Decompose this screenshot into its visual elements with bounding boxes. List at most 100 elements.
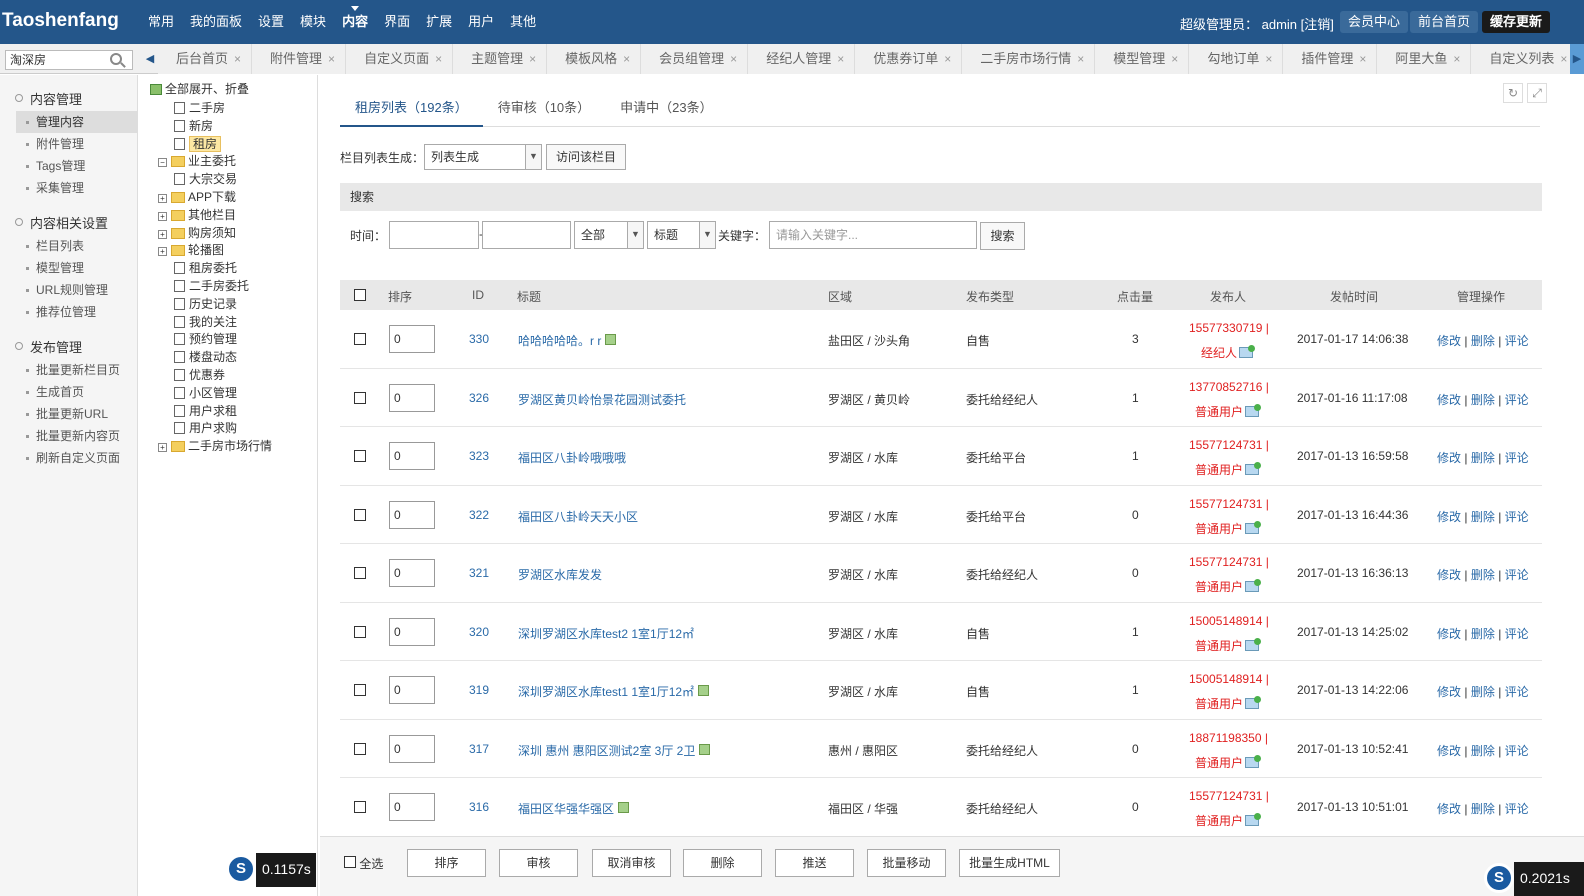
tab-rent-list[interactable]: 租房列表（192条） bbox=[340, 93, 483, 127]
row-id[interactable]: 322 bbox=[469, 508, 489, 522]
tab-item[interactable]: 自定义页面 × bbox=[346, 44, 454, 74]
close-icon[interactable]: × bbox=[837, 52, 844, 66]
expand-plus-icon[interactable]: + bbox=[158, 229, 167, 239]
checkbox[interactable] bbox=[354, 625, 366, 638]
edit-link[interactable]: 修改 bbox=[1437, 627, 1461, 641]
tab-item[interactable]: 阿里大鱼 × bbox=[1377, 44, 1472, 74]
nav-item[interactable]: 采集管理 bbox=[16, 177, 137, 199]
nav-group-title[interactable]: 内容相关设置 bbox=[0, 199, 137, 235]
expand-plus-icon[interactable]: + bbox=[158, 211, 167, 221]
comment-link[interactable]: 评论 bbox=[1505, 802, 1529, 816]
publisher-phone[interactable]: 15577124731 | bbox=[1189, 438, 1269, 452]
tab-applying[interactable]: 申请中（23条） bbox=[605, 93, 727, 127]
tree-item[interactable]: + 其他栏目 bbox=[158, 206, 236, 224]
row-checkbox[interactable] bbox=[354, 333, 366, 348]
expand-plus-icon[interactable]: + bbox=[158, 247, 167, 257]
row-title[interactable]: 哈哈哈哈哈。r r bbox=[518, 332, 617, 349]
row-title-link[interactable]: 哈哈哈哈哈。r r bbox=[518, 334, 601, 348]
close-icon[interactable]: × bbox=[1453, 52, 1460, 66]
nav-item[interactable]: 附件管理 bbox=[16, 133, 137, 155]
close-icon[interactable]: × bbox=[1077, 52, 1084, 66]
row-checkbox[interactable] bbox=[354, 801, 366, 816]
delete-link[interactable]: 删除 bbox=[1471, 451, 1495, 465]
close-icon[interactable]: × bbox=[234, 52, 241, 66]
nav-item[interactable]: 栏目列表 bbox=[16, 235, 137, 257]
row-title-link[interactable]: 深圳 惠州 惠阳区测试2室 3厅 2卫 bbox=[518, 744, 695, 758]
user-icon[interactable] bbox=[1245, 579, 1262, 592]
row-checkbox[interactable] bbox=[354, 508, 366, 524]
tree-item[interactable]: 二手房 bbox=[174, 99, 225, 117]
tree-item[interactable]: + APP下载 bbox=[158, 188, 236, 206]
row-title[interactable]: 福田区华强华强区 bbox=[518, 800, 630, 817]
publisher-role[interactable]: 普通用户 bbox=[1195, 403, 1262, 420]
publisher-phone[interactable]: 15577124731 | bbox=[1189, 555, 1269, 569]
tree-item[interactable]: 楼盘动态 bbox=[174, 348, 237, 366]
search-button[interactable]: 搜索 bbox=[980, 222, 1025, 250]
order-input[interactable]: 0 bbox=[389, 734, 435, 763]
tree-item[interactable]: 租房 bbox=[174, 135, 222, 153]
order-input[interactable]: 0 bbox=[389, 325, 435, 353]
tab-item[interactable]: 模板风格 × bbox=[547, 44, 642, 74]
start-date-input[interactable] bbox=[389, 221, 479, 249]
user-icon[interactable] bbox=[1245, 754, 1262, 768]
cache-update-button[interactable]: 缓存更新 bbox=[1482, 11, 1551, 33]
nav-item[interactable]: 批量更新URL bbox=[16, 403, 137, 425]
edit-link[interactable]: 修改 bbox=[1437, 510, 1461, 524]
top-nav-item[interactable]: 模块 bbox=[292, 0, 334, 44]
bulk-action-button[interactable]: 推送 bbox=[775, 849, 854, 877]
row-checkbox[interactable] bbox=[354, 391, 366, 407]
close-icon[interactable]: × bbox=[730, 52, 737, 66]
nav-item[interactable]: 生成首页 bbox=[16, 381, 137, 403]
tab-item[interactable]: 二手房市场行情 × bbox=[962, 44, 1096, 74]
top-nav-item[interactable]: 设置 bbox=[250, 0, 292, 44]
top-nav-item[interactable]: 我的面板 bbox=[182, 0, 250, 44]
header-checkbox[interactable] bbox=[354, 289, 366, 304]
checkbox[interactable] bbox=[354, 391, 366, 404]
order-input[interactable]: 0 bbox=[389, 793, 435, 821]
tree-item[interactable]: 二手房委托 bbox=[174, 277, 249, 295]
order-input[interactable]: 0 bbox=[389, 442, 435, 470]
range-select[interactable]: 全部 ▼ bbox=[574, 221, 644, 249]
tree-item[interactable]: 我的关注 bbox=[174, 313, 237, 331]
edit-link[interactable]: 修改 bbox=[1437, 334, 1461, 348]
tab-item[interactable]: 插件管理 × bbox=[1283, 44, 1378, 74]
tree-item[interactable]: 租房委托 bbox=[174, 259, 237, 277]
user-icon[interactable] bbox=[1245, 403, 1262, 417]
tab-item[interactable]: 模型管理 × bbox=[1095, 44, 1190, 74]
tree-item[interactable]: 用户求购 bbox=[174, 419, 237, 437]
row-title[interactable]: 深圳罗湖区水库test1 1室1厅12㎡ bbox=[518, 683, 710, 700]
row-title[interactable]: 福田区八卦岭天天小区 bbox=[518, 508, 638, 525]
close-icon[interactable]: × bbox=[529, 52, 536, 66]
row-title-link[interactable]: 深圳罗湖区水库test1 1室1厅12㎡ bbox=[518, 685, 694, 699]
row-title[interactable]: 深圳罗湖区水库test2 1室1厅12㎡ bbox=[518, 625, 694, 642]
delete-link[interactable]: 删除 bbox=[1471, 744, 1495, 758]
top-nav-item[interactable]: 扩展 bbox=[418, 0, 460, 44]
publisher-role[interactable]: 普通用户 bbox=[1195, 578, 1262, 595]
user-icon[interactable] bbox=[1245, 813, 1262, 826]
nav-item[interactable]: 刷新自定义页面 bbox=[16, 447, 137, 469]
bulk-action-button[interactable]: 批量生成HTML bbox=[959, 849, 1060, 877]
row-title-link[interactable]: 深圳罗湖区水库test2 1室1厅12㎡ bbox=[518, 627, 694, 641]
nav-item[interactable]: 模型管理 bbox=[16, 257, 137, 279]
search-icon[interactable] bbox=[110, 53, 122, 65]
checkbox[interactable] bbox=[354, 508, 366, 521]
nav-item[interactable]: Tags管理 bbox=[16, 155, 137, 177]
row-title[interactable]: 罗湖区水库发发 bbox=[518, 566, 602, 583]
edit-link[interactable]: 修改 bbox=[1437, 744, 1461, 758]
admin-info[interactable]: 超级管理员： admin [注销] bbox=[1180, 14, 1334, 33]
tabs-scroll-right-icon[interactable]: ▶ bbox=[1570, 44, 1584, 74]
bulk-action-button[interactable]: 取消审核 bbox=[592, 849, 671, 877]
checkbox[interactable] bbox=[354, 567, 366, 579]
tree-item[interactable]: 大宗交易 bbox=[174, 170, 237, 188]
tab-item[interactable]: 主题管理 × bbox=[453, 44, 548, 74]
tree-item[interactable]: + 购房须知 bbox=[158, 224, 236, 242]
row-id[interactable]: 319 bbox=[469, 683, 489, 697]
tree-item[interactable]: + 二手房市场行情 bbox=[158, 437, 272, 455]
row-title-link[interactable]: 福田区八卦岭哦哦哦 bbox=[518, 451, 626, 465]
tree-item[interactable]: + 轮播图 bbox=[158, 241, 224, 259]
row-title[interactable]: 福田区八卦岭哦哦哦 bbox=[518, 449, 626, 466]
row-id[interactable]: 326 bbox=[469, 391, 489, 405]
nav-item[interactable]: 推荐位管理 bbox=[16, 301, 137, 323]
fullscreen-icon[interactable]: ⤢ bbox=[1527, 83, 1547, 103]
order-input[interactable]: 0 bbox=[389, 676, 435, 704]
